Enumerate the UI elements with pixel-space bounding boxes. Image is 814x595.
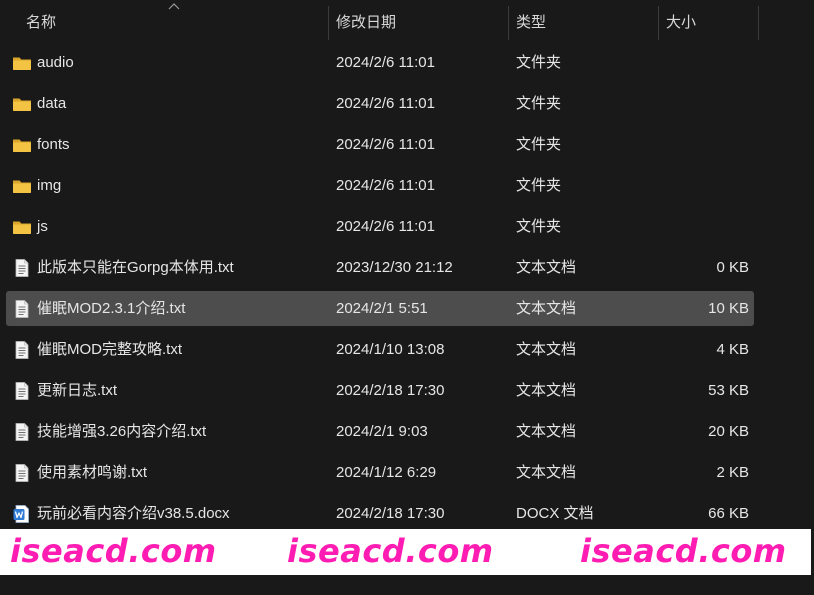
- text-file-icon: [12, 258, 32, 278]
- file-row[interactable]: 使用素材鸣谢.txt 2024/1/12 6:29 文本文档 2 KB: [6, 455, 754, 490]
- file-modified-date: 2024/2/1 9:03: [336, 423, 428, 440]
- file-modified-date: 2024/2/6 11:01: [336, 218, 435, 235]
- folder-icon: [12, 94, 32, 114]
- column-header: 名称 修改日期 类型 大小: [0, 0, 814, 40]
- file-modified-date: 2024/2/6 11:01: [336, 54, 435, 71]
- file-size: 4 KB: [716, 341, 749, 358]
- file-type: 文件夹: [516, 218, 562, 235]
- text-file-icon: [12, 340, 32, 360]
- column-type-header[interactable]: 类型: [516, 0, 656, 40]
- file-modified-date: 2024/2/1 5:51: [336, 300, 428, 317]
- file-row[interactable]: 此版本只能在Gorpg本体用.txt 2023/12/30 21:12 文本文档 0 …: [6, 250, 754, 285]
- file-name: 催眠MOD完整攻略.txt: [37, 341, 182, 358]
- watermark-banner: iseacd.com iseacd.com iseacd.com: [0, 529, 811, 575]
- file-modified-date: 2024/2/6 11:01: [336, 136, 435, 153]
- column-divider[interactable]: [508, 6, 509, 40]
- file-type: 文件夹: [516, 95, 562, 112]
- file-name: 更新日志.txt: [37, 382, 118, 399]
- file-modified-date: 2024/2/6 11:01: [336, 95, 435, 112]
- folder-icon: [12, 176, 32, 196]
- file-type: 文件夹: [516, 136, 562, 153]
- file-type: 文本文档: [516, 259, 577, 276]
- text-file-icon: [12, 463, 32, 483]
- file-row[interactable]: fonts 2024/2/6 11:01 文件夹: [6, 127, 754, 162]
- file-name: 玩前必看内容介绍v38.5.docx: [37, 505, 230, 522]
- file-size: 20 KB: [708, 423, 749, 440]
- file-type: 文本文档: [516, 382, 577, 399]
- text-file-icon: [12, 381, 32, 401]
- column-name-header[interactable]: 名称: [26, 0, 326, 40]
- file-row[interactable]: 更新日志.txt 2024/2/18 17:30 文本文档 53 KB: [6, 373, 754, 408]
- folder-icon: [12, 53, 32, 73]
- file-name: 此版本只能在Gorpg本体用.txt: [37, 259, 234, 276]
- watermark-text: iseacd.com: [10, 532, 217, 570]
- file-modified-date: 2024/2/6 11:01: [336, 177, 435, 194]
- file-size: 53 KB: [708, 382, 749, 399]
- file-type: 文本文档: [516, 423, 577, 440]
- bottom-strip: [0, 575, 814, 595]
- file-name: 使用素材鸣谢.txt: [37, 464, 148, 481]
- file-type: DOCX 文档: [516, 505, 594, 522]
- file-row[interactable]: data 2024/2/6 11:01 文件夹: [6, 86, 754, 121]
- file-name: img: [37, 177, 62, 194]
- file-row[interactable]: 催眠MOD2.3.1介绍.txt 2024/2/1 5:51 文本文档 10 KB: [6, 291, 754, 326]
- column-divider[interactable]: [658, 6, 659, 40]
- watermark-text: iseacd.com: [580, 532, 787, 570]
- file-row[interactable]: 技能增强3.26内容介绍.txt 2024/2/1 9:03 文本文档 20 KB: [6, 414, 754, 449]
- file-modified-date: 2023/12/30 21:12: [336, 259, 453, 276]
- folder-icon: [12, 135, 32, 155]
- file-row[interactable]: js 2024/2/6 11:01 文件夹: [6, 209, 754, 244]
- file-size: 66 KB: [708, 505, 749, 522]
- file-name: js: [37, 218, 48, 235]
- file-type: 文本文档: [516, 464, 577, 481]
- file-row[interactable]: 玩前必看内容介绍v38.5.docx 2024/2/18 17:30 DOCX 文档…: [6, 496, 754, 531]
- file-modified-date: 2024/1/12 6:29: [336, 464, 437, 481]
- file-row[interactable]: audio 2024/2/6 11:01 文件夹: [6, 45, 754, 80]
- column-size-header[interactable]: 大小: [666, 0, 756, 40]
- file-modified-date: 2024/2/18 17:30: [336, 382, 445, 399]
- file-size: 10 KB: [708, 300, 749, 317]
- file-name: 技能增强3.26内容介绍.txt: [37, 423, 207, 440]
- file-name: 催眠MOD2.3.1介绍.txt: [37, 300, 186, 317]
- column-divider[interactable]: [758, 6, 759, 40]
- file-row[interactable]: 催眠MOD完整攻略.txt 2024/1/10 13:08 文本文档 4 KB: [6, 332, 754, 367]
- file-name: data: [37, 95, 67, 112]
- file-type: 文件夹: [516, 54, 562, 71]
- file-size: 2 KB: [716, 464, 749, 481]
- word-doc-icon: [12, 504, 32, 524]
- file-modified-date: 2024/2/18 17:30: [336, 505, 445, 522]
- file-type: 文本文档: [516, 341, 577, 358]
- column-date-header[interactable]: 修改日期: [336, 0, 506, 40]
- file-type: 文本文档: [516, 300, 577, 317]
- file-row[interactable]: img 2024/2/6 11:01 文件夹: [6, 168, 754, 203]
- file-size: 0 KB: [716, 259, 749, 276]
- file-type: 文件夹: [516, 177, 562, 194]
- text-file-icon: [12, 422, 32, 442]
- column-divider[interactable]: [328, 6, 329, 40]
- file-name: fonts: [37, 136, 70, 153]
- watermark-text: iseacd.com: [287, 532, 494, 570]
- folder-icon: [12, 217, 32, 237]
- file-modified-date: 2024/1/10 13:08: [336, 341, 445, 358]
- file-name: audio: [37, 54, 74, 71]
- text-file-icon: [12, 299, 32, 319]
